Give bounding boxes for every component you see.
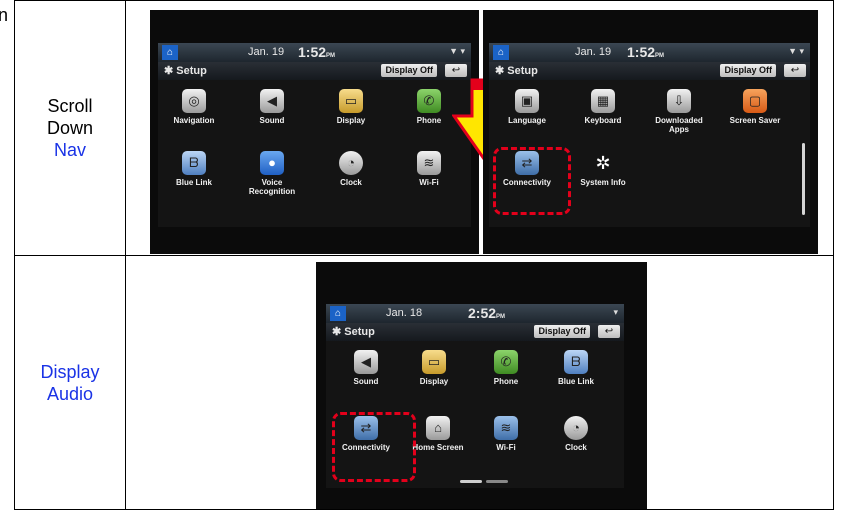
clipped-text: n: [0, 5, 9, 25]
row-label-display-audio: Display Audio: [14, 255, 126, 510]
status-date: Jan. 19: [575, 46, 612, 58]
status-bar: ⌂ Jan. 19 1:52PM ▼ ▾: [489, 43, 810, 62]
phone-icon: ✆: [494, 350, 518, 374]
display-off-button[interactable]: Display Off: [381, 64, 437, 77]
menu-item-voice-recognition[interactable]: ● Voice Recognition: [242, 151, 302, 196]
scrollbar[interactable]: [802, 143, 805, 215]
status-bar: ⌂ Jan. 19 1:52PM ▼ ▾: [158, 43, 471, 62]
label-line: Down: [46, 118, 94, 138]
connectivity-highlight: [493, 147, 571, 215]
label-line-nav: Nav: [53, 140, 86, 160]
phone-icon: ✆: [417, 89, 441, 113]
page-indicator: [486, 480, 508, 483]
setup-title: ✱ Setup: [164, 65, 207, 77]
menu-item-clock[interactable]: ◔ Clock: [321, 151, 381, 187]
display-off-button[interactable]: Display Off: [534, 325, 590, 338]
blue-link-icon: ᗷ: [564, 350, 588, 374]
signal-icon: ▼ ▾: [449, 46, 465, 56]
signal-icon: ▼ ▾: [788, 46, 804, 56]
setup-screenshot-page2: ⌂ Jan. 19 1:52PM ▼ ▾ ✱ Setup Display Off…: [483, 10, 818, 254]
menu-item-sound[interactable]: ◀ Sound: [242, 89, 302, 125]
status-date: Jan. 18: [386, 307, 423, 319]
home-icon[interactable]: ⌂: [330, 306, 346, 321]
setup-bar: ✱ Setup Display Off ↩: [158, 62, 471, 80]
status-time: 2:52PM: [468, 305, 506, 321]
wifi-icon: ≋: [417, 151, 441, 175]
language-icon: ▣: [515, 89, 539, 113]
menu-item-wifi[interactable]: ≋ Wi-Fi: [476, 416, 536, 452]
menu-item-phone[interactable]: ✆ Phone: [399, 89, 459, 125]
menu-item-screen-saver[interactable]: ▢ Screen Saver: [725, 89, 785, 125]
status-time: 1:52PM: [627, 44, 665, 60]
row-label-scroll-down-nav: Scroll Down Nav: [14, 0, 126, 256]
menu-item-phone[interactable]: ✆ Phone: [476, 350, 536, 386]
sound-icon: ◀: [260, 89, 284, 113]
menu-item-display[interactable]: ▭ Display: [404, 350, 464, 386]
downloaded-apps-icon: ⇩: [667, 89, 691, 113]
home-icon[interactable]: ⌂: [162, 45, 178, 60]
blue-link-icon: ᗷ: [182, 151, 206, 175]
menu-item-sound[interactable]: ◀ Sound: [336, 350, 396, 386]
keyboard-icon: ▦: [591, 89, 615, 113]
menu-item-blue-link[interactable]: ᗷ Blue Link: [546, 350, 606, 386]
instruction-table: Scroll Down Nav ⌂ Jan. 19 1:52PM ▼ ▾ ✱ S…: [14, 0, 834, 510]
page-indicator: [460, 480, 482, 483]
back-icon[interactable]: ↩: [598, 325, 620, 338]
status-bar: ⌂ Jan. 18 2:52PM ▾: [326, 304, 624, 323]
setup-title: ✱ Setup: [332, 326, 375, 338]
label-line: Display: [40, 361, 100, 382]
menu-item-wifi[interactable]: ≋ Wi-Fi: [399, 151, 459, 187]
sound-icon: ◀: [354, 350, 378, 374]
setup-bar: ✱ Setup Display Off ↩: [489, 62, 810, 80]
home-icon[interactable]: ⌂: [493, 45, 509, 60]
signal-icon: ▾: [613, 307, 618, 317]
voice-recognition-icon: ●: [260, 151, 284, 175]
connectivity-highlight: [332, 412, 416, 482]
display-icon: ▭: [339, 89, 363, 113]
menu-item-downloaded-apps[interactable]: ⇩ Downloaded Apps: [649, 89, 709, 134]
screenshot-cell: ⌂ Jan. 18 2:52PM ▾ ✱ Setup Display Off ↩…: [125, 255, 834, 510]
screen-saver-icon: ▢: [743, 89, 767, 113]
menu-item-home-screen[interactable]: ⌂ Home Screen: [408, 416, 468, 452]
navigation-icon: ◎: [182, 89, 206, 113]
home-screen-icon: ⌂: [426, 416, 450, 440]
wifi-icon: ≋: [494, 416, 518, 440]
clock-icon: ◔: [564, 416, 588, 440]
display-icon: ▭: [422, 350, 446, 374]
back-icon[interactable]: ↩: [445, 64, 467, 77]
label-line: Scroll: [47, 96, 93, 116]
menu-item-blue-link[interactable]: ᗷ Blue Link: [164, 151, 224, 187]
menu-item-navigation[interactable]: ◎ Navigation: [164, 89, 224, 125]
menu-item-clock[interactable]: ◔ Clock: [546, 416, 606, 452]
back-icon[interactable]: ↩: [784, 64, 806, 77]
label-line: Audio: [46, 383, 94, 404]
setup-screenshot-display-audio: ⌂ Jan. 18 2:52PM ▾ ✱ Setup Display Off ↩…: [316, 262, 647, 509]
setup-bar: ✱ Setup Display Off ↩: [326, 323, 624, 341]
system-info-icon: ✲: [595, 153, 611, 173]
display-off-button[interactable]: Display Off: [720, 64, 776, 77]
menu-item-keyboard[interactable]: ▦ Keyboard: [573, 89, 633, 125]
status-time: 1:52PM: [298, 44, 336, 60]
status-date: Jan. 19: [248, 46, 285, 58]
menu-item-language[interactable]: ▣ Language: [497, 89, 557, 125]
setup-title: ✱ Setup: [495, 65, 538, 77]
setup-screenshot-page1: ⌂ Jan. 19 1:52PM ▼ ▾ ✱ Setup Display Off…: [150, 10, 479, 254]
menu-item-display[interactable]: ▭ Display: [321, 89, 381, 125]
menu-item-system-info[interactable]: ✲ System Info: [573, 151, 633, 187]
screenshots-cell: ⌂ Jan. 19 1:52PM ▼ ▾ ✱ Setup Display Off…: [125, 0, 834, 256]
table-row: Scroll Down Nav ⌂ Jan. 19 1:52PM ▼ ▾ ✱ S…: [14, 0, 834, 256]
table-row: Display Audio ⌂ Jan. 18 2:52PM ▾ ✱ Setup…: [14, 255, 834, 510]
head-unit-screen: ⌂ Jan. 19 1:52PM ▼ ▾ ✱ Setup Display Off…: [158, 43, 471, 227]
clock-icon: ◔: [339, 151, 363, 175]
